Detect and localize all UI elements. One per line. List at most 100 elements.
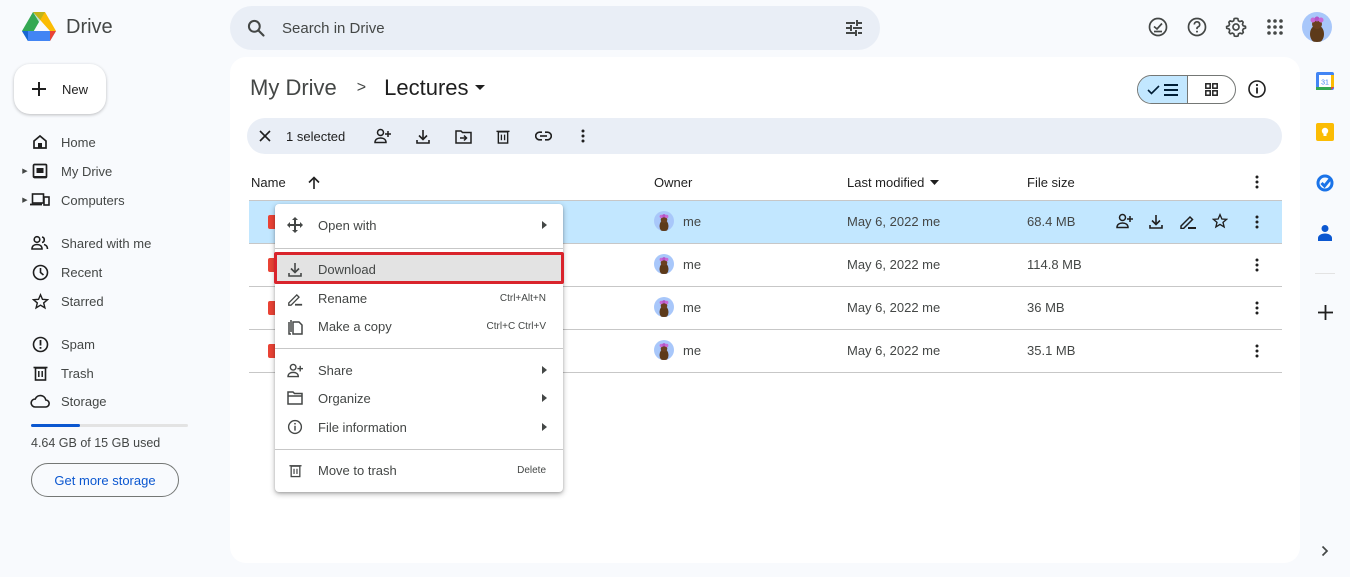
rename-icon[interactable] (1179, 213, 1197, 229)
last-modified-cell: May 6, 2022 me (847, 257, 941, 272)
expand-panel-button[interactable] (1310, 545, 1340, 557)
breadcrumb: My Drive > Lectures (250, 75, 485, 101)
star-icon[interactable] (1212, 213, 1228, 229)
last-modified-cell: May 6, 2022 me (847, 300, 941, 315)
rename-icon (275, 291, 315, 306)
account-avatar[interactable] (1302, 12, 1332, 42)
more-vert-icon[interactable] (1249, 298, 1265, 318)
owner-avatar (654, 254, 674, 274)
more-vert-icon[interactable] (1249, 172, 1265, 192)
sidebar-item-recent[interactable]: Recent (20, 258, 210, 286)
caret-down-icon (930, 180, 940, 185)
breadcrumb-current-folder[interactable]: Lectures (384, 75, 485, 101)
search-icon[interactable] (246, 18, 266, 38)
storage-progress-bar (31, 424, 188, 427)
drive-logo[interactable]: Drive (22, 12, 113, 42)
row-quick-actions (1116, 213, 1228, 229)
contacts-app-button[interactable] (1310, 224, 1340, 241)
help-icon[interactable] (1185, 15, 1209, 39)
submenu-arrow-icon (542, 221, 547, 229)
add-app-button[interactable] (1310, 305, 1340, 320)
file-size-cell: 36 MB (1027, 300, 1065, 315)
search-bar[interactable]: Search in Drive (230, 6, 880, 50)
add-icon (1317, 305, 1333, 320)
owner-avatar (654, 297, 674, 317)
move-to-folder-icon[interactable] (443, 120, 483, 152)
menu-item-file-information[interactable]: File information (275, 413, 563, 441)
file-size-cell: 114.8 MB (1027, 257, 1082, 272)
sidebar-item-my-drive[interactable]: ▶ My Drive (20, 157, 210, 185)
more-vert-icon[interactable] (1249, 212, 1265, 232)
sidebar-item-computers[interactable]: ▶ Computers (20, 186, 210, 214)
menu-item-rename[interactable]: Rename Ctrl+Alt+N (275, 284, 563, 312)
share-icon[interactable] (1116, 213, 1134, 229)
owner-cell: me (654, 254, 701, 274)
tune-icon[interactable] (844, 18, 864, 38)
menu-item-make-a-copy[interactable]: Make a copy Ctrl+C Ctrl+V (275, 312, 563, 340)
menu-divider (275, 348, 563, 349)
calendar-app-button[interactable]: 31 (1310, 72, 1340, 90)
gear-icon[interactable] (1224, 15, 1248, 39)
share-icon (275, 363, 315, 378)
column-header-file-size[interactable]: File size (1027, 175, 1075, 190)
download-icon[interactable] (1149, 214, 1163, 229)
menu-divider (275, 449, 563, 450)
chevron-right-icon: > (356, 79, 367, 96)
trash-icon[interactable] (483, 120, 523, 152)
sidebar-item-shared-with-me[interactable]: Shared with me (20, 229, 210, 257)
trash-icon (30, 363, 50, 383)
expand-caret-icon[interactable]: ▶ (20, 167, 30, 175)
more-vert-icon[interactable] (563, 120, 603, 152)
copy-link-icon[interactable] (523, 120, 563, 152)
shared-icon (30, 233, 50, 253)
storage-usage-text: 4.64 GB of 15 GB used (31, 436, 161, 450)
grid-view-button[interactable] (1188, 76, 1235, 103)
tasks-app-button[interactable] (1310, 174, 1340, 192)
info-icon[interactable] (1247, 79, 1267, 99)
chevron-right-icon (1321, 545, 1329, 557)
sidebar-item-spam[interactable]: Spam (20, 330, 210, 358)
breadcrumb-my-drive[interactable]: My Drive (250, 75, 337, 101)
column-header-name[interactable]: Name (251, 175, 320, 190)
keep-app-button[interactable] (1310, 123, 1340, 141)
owner-cell: me (654, 297, 701, 317)
close-icon[interactable] (256, 120, 274, 152)
new-label: New (62, 81, 89, 97)
storage-progress-fill (31, 424, 80, 427)
arrow-up-icon[interactable] (308, 176, 320, 189)
caret-down-icon (474, 85, 485, 90)
sidebar-item-starred[interactable]: Starred (20, 287, 210, 315)
sidebar-item-home[interactable]: Home (20, 128, 210, 156)
download-icon[interactable] (403, 120, 443, 152)
menu-item-move-to-trash[interactable]: Move to trash Delete (275, 456, 563, 484)
column-header-owner[interactable]: Owner (654, 175, 692, 190)
expand-caret-icon[interactable]: ▶ (20, 196, 30, 204)
cloud-icon (30, 391, 50, 411)
offline-check-icon[interactable] (1146, 15, 1170, 39)
highlight-outline (274, 252, 564, 284)
menu-item-share[interactable]: Share (275, 356, 563, 384)
column-header-last-modified[interactable]: Last modified (847, 175, 940, 190)
sidebar-item-trash[interactable]: Trash (20, 359, 210, 387)
plus-icon (30, 80, 48, 98)
last-modified-cell: May 6, 2022 me (847, 343, 941, 358)
list-view-button[interactable] (1138, 76, 1188, 103)
header-actions (1146, 12, 1332, 42)
calendar-icon: 31 (1316, 72, 1334, 90)
menu-item-open-with[interactable]: Open with (275, 211, 563, 239)
share-icon[interactable] (363, 120, 403, 152)
menu-divider (275, 248, 563, 249)
menu-item-organize[interactable]: Organize (275, 384, 563, 412)
new-button[interactable]: New (14, 64, 106, 114)
star-icon (30, 291, 50, 311)
spam-icon (30, 334, 50, 354)
rail-divider (1315, 273, 1335, 274)
get-more-storage-button[interactable]: Get more storage (31, 463, 179, 497)
sidebar-item-storage[interactable]: Storage (20, 387, 210, 415)
apps-grid-icon[interactable] (1263, 15, 1287, 39)
owner-cell: me (654, 340, 701, 360)
owner-cell: me (654, 211, 701, 231)
search-input[interactable]: Search in Drive (282, 20, 844, 37)
more-vert-icon[interactable] (1249, 255, 1265, 275)
more-vert-icon[interactable] (1249, 341, 1265, 361)
